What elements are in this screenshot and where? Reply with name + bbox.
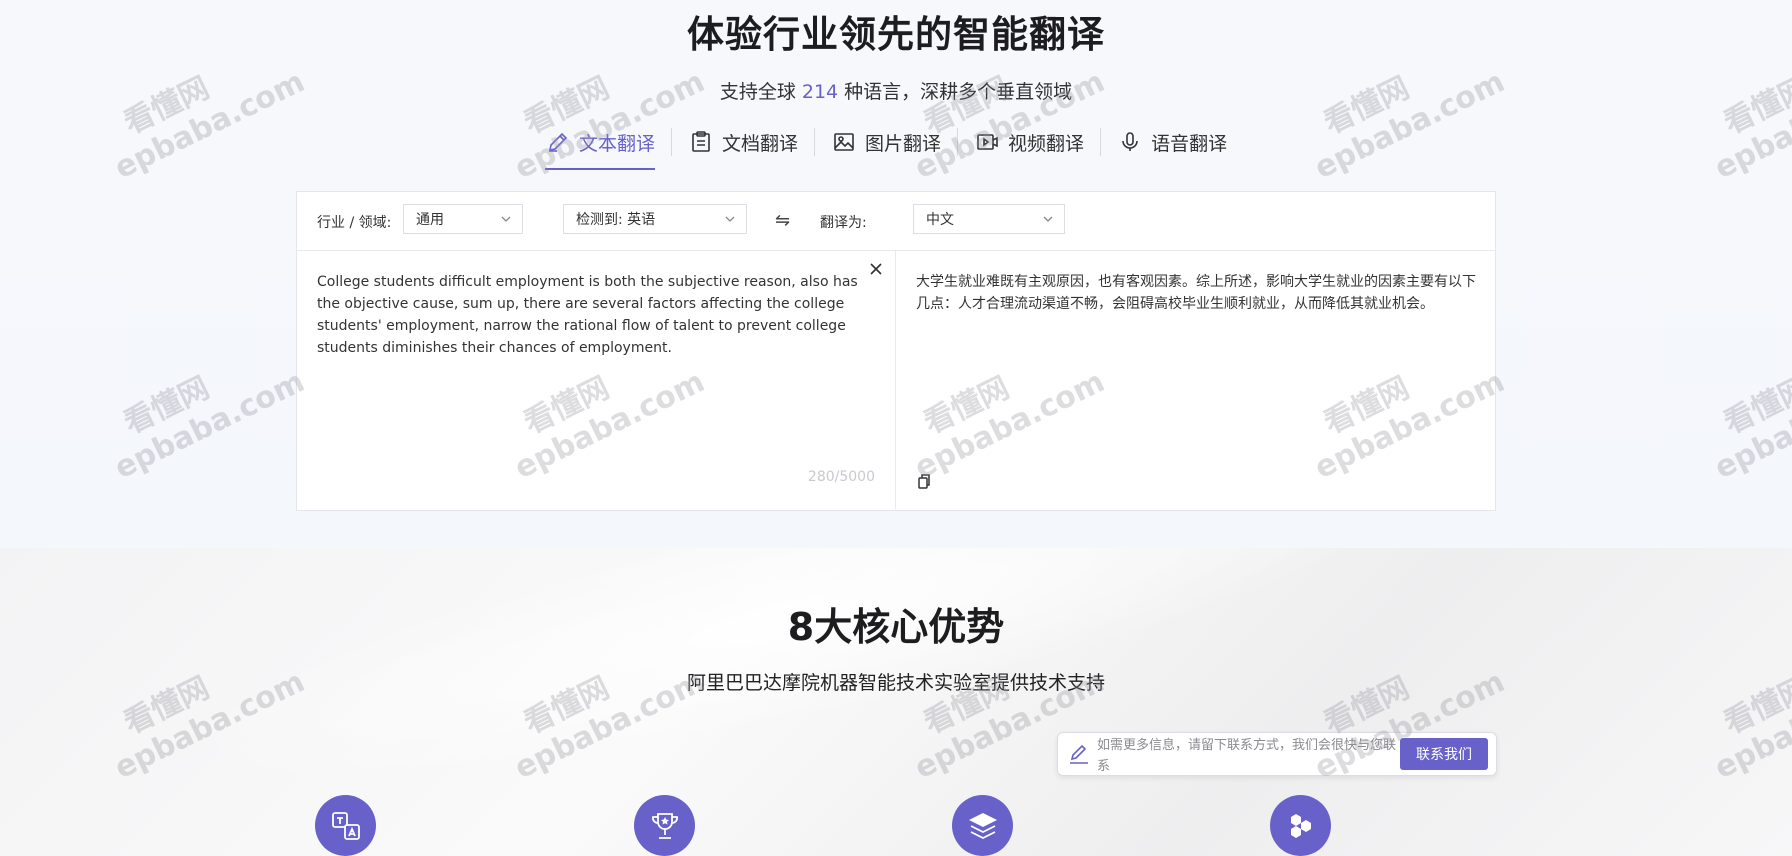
hexagons-icon <box>1270 795 1331 856</box>
hero-subtitle-pre: 支持全球 <box>719 81 796 103</box>
tab-voice-translation[interactable]: 语音翻译 <box>1117 124 1227 160</box>
translated-text: 大学生就业难既有主观原因，也有客观因素。综上所述，影响大学生就业的因素主要有以下… <box>916 274 1476 312</box>
tab-label: 视频翻译 <box>1008 132 1085 155</box>
tab-divider <box>671 128 673 156</box>
advantages-title: 8大核心优势 <box>787 605 1005 649</box>
tab-video-translation[interactable]: 视频翻译 <box>974 124 1084 160</box>
tab-divider <box>957 128 959 156</box>
contact-bar: 如需更多信息，请留下联系方式，我们会很快与您联系 联系我们 <box>1057 732 1497 776</box>
tab-label: 图片翻译 <box>865 132 942 155</box>
detected-language: 检测到: 英语 <box>576 212 656 228</box>
microphone-icon <box>1117 129 1143 155</box>
chevron-down-icon <box>1042 213 1054 229</box>
domain-label: 行业 / 领域: <box>317 215 392 231</box>
tab-label: 文档翻译 <box>722 132 799 155</box>
contact-message[interactable]: 如需更多信息，请留下联系方式，我们会很快与您联系 <box>1097 735 1397 777</box>
pencil-icon <box>545 129 571 155</box>
hero-subtitle-post: 种语言，深耕多个垂直领域 <box>844 81 1073 103</box>
contact-us-button[interactable]: 联系我们 <box>1400 738 1488 770</box>
tab-divider <box>1100 128 1102 156</box>
target-label: 翻译为: <box>820 215 867 231</box>
translation-panel: 行业 / 领域: 通用 检测到: 英语 ⇋ 翻译为: 中文 College st… <box>296 191 1496 511</box>
target-language-select[interactable]: 中文 <box>913 204 1065 234</box>
source-textarea[interactable]: College students difficult employment is… <box>317 271 867 359</box>
edit-icon <box>1068 743 1090 769</box>
document-icon <box>688 129 714 155</box>
hero-title: 体验行业领先的智能翻译 <box>687 13 1105 56</box>
tab-label: 文本翻译 <box>579 132 656 155</box>
tab-label: 语音翻译 <box>1151 132 1228 155</box>
advantages-section <box>0 548 1792 856</box>
target-language-value: 中文 <box>926 212 954 228</box>
close-icon[interactable] <box>869 261 883 280</box>
trophy-icon <box>634 795 695 856</box>
target-pane: 大学生就业难既有主观原因，也有客观因素。综上所述，影响大学生就业的因素主要有以下… <box>896 251 1495 509</box>
tab-divider <box>814 128 816 156</box>
language-count: 214 <box>801 81 839 103</box>
swap-languages-icon[interactable]: ⇋ <box>775 210 790 231</box>
advantages-subtitle: 阿里巴巴达摩院机器智能技术实验室提供技术支持 <box>686 672 1105 694</box>
image-icon <box>831 129 857 155</box>
source-pane[interactable]: College students difficult employment is… <box>297 251 896 509</box>
copy-icon[interactable] <box>916 473 932 493</box>
chevron-down-icon <box>724 213 736 229</box>
tab-document-translation[interactable]: 文档翻译 <box>688 124 798 160</box>
source-language-select[interactable]: 检测到: 英语 <box>563 204 747 234</box>
tab-image-translation[interactable]: 图片翻译 <box>831 124 941 160</box>
character-counter: 280/5000 <box>807 469 875 485</box>
translation-tabs: 文本翻译 文档翻译 图片翻译 视频翻译 语音翻译 <box>545 124 1227 172</box>
chevron-down-icon <box>500 213 512 229</box>
translation-toolbar: 行业 / 领域: 通用 检测到: 英语 ⇋ 翻译为: 中文 <box>297 192 1495 251</box>
tab-text-translation[interactable]: 文本翻译 <box>545 124 656 170</box>
domain-value: 通用 <box>416 212 444 228</box>
translate-icon <box>315 795 376 856</box>
layers-icon <box>952 795 1013 856</box>
hero-subtitle: 支持全球 214 种语言，深耕多个垂直领域 <box>0 77 1792 104</box>
domain-select[interactable]: 通用 <box>403 204 523 234</box>
video-icon <box>974 129 1000 155</box>
